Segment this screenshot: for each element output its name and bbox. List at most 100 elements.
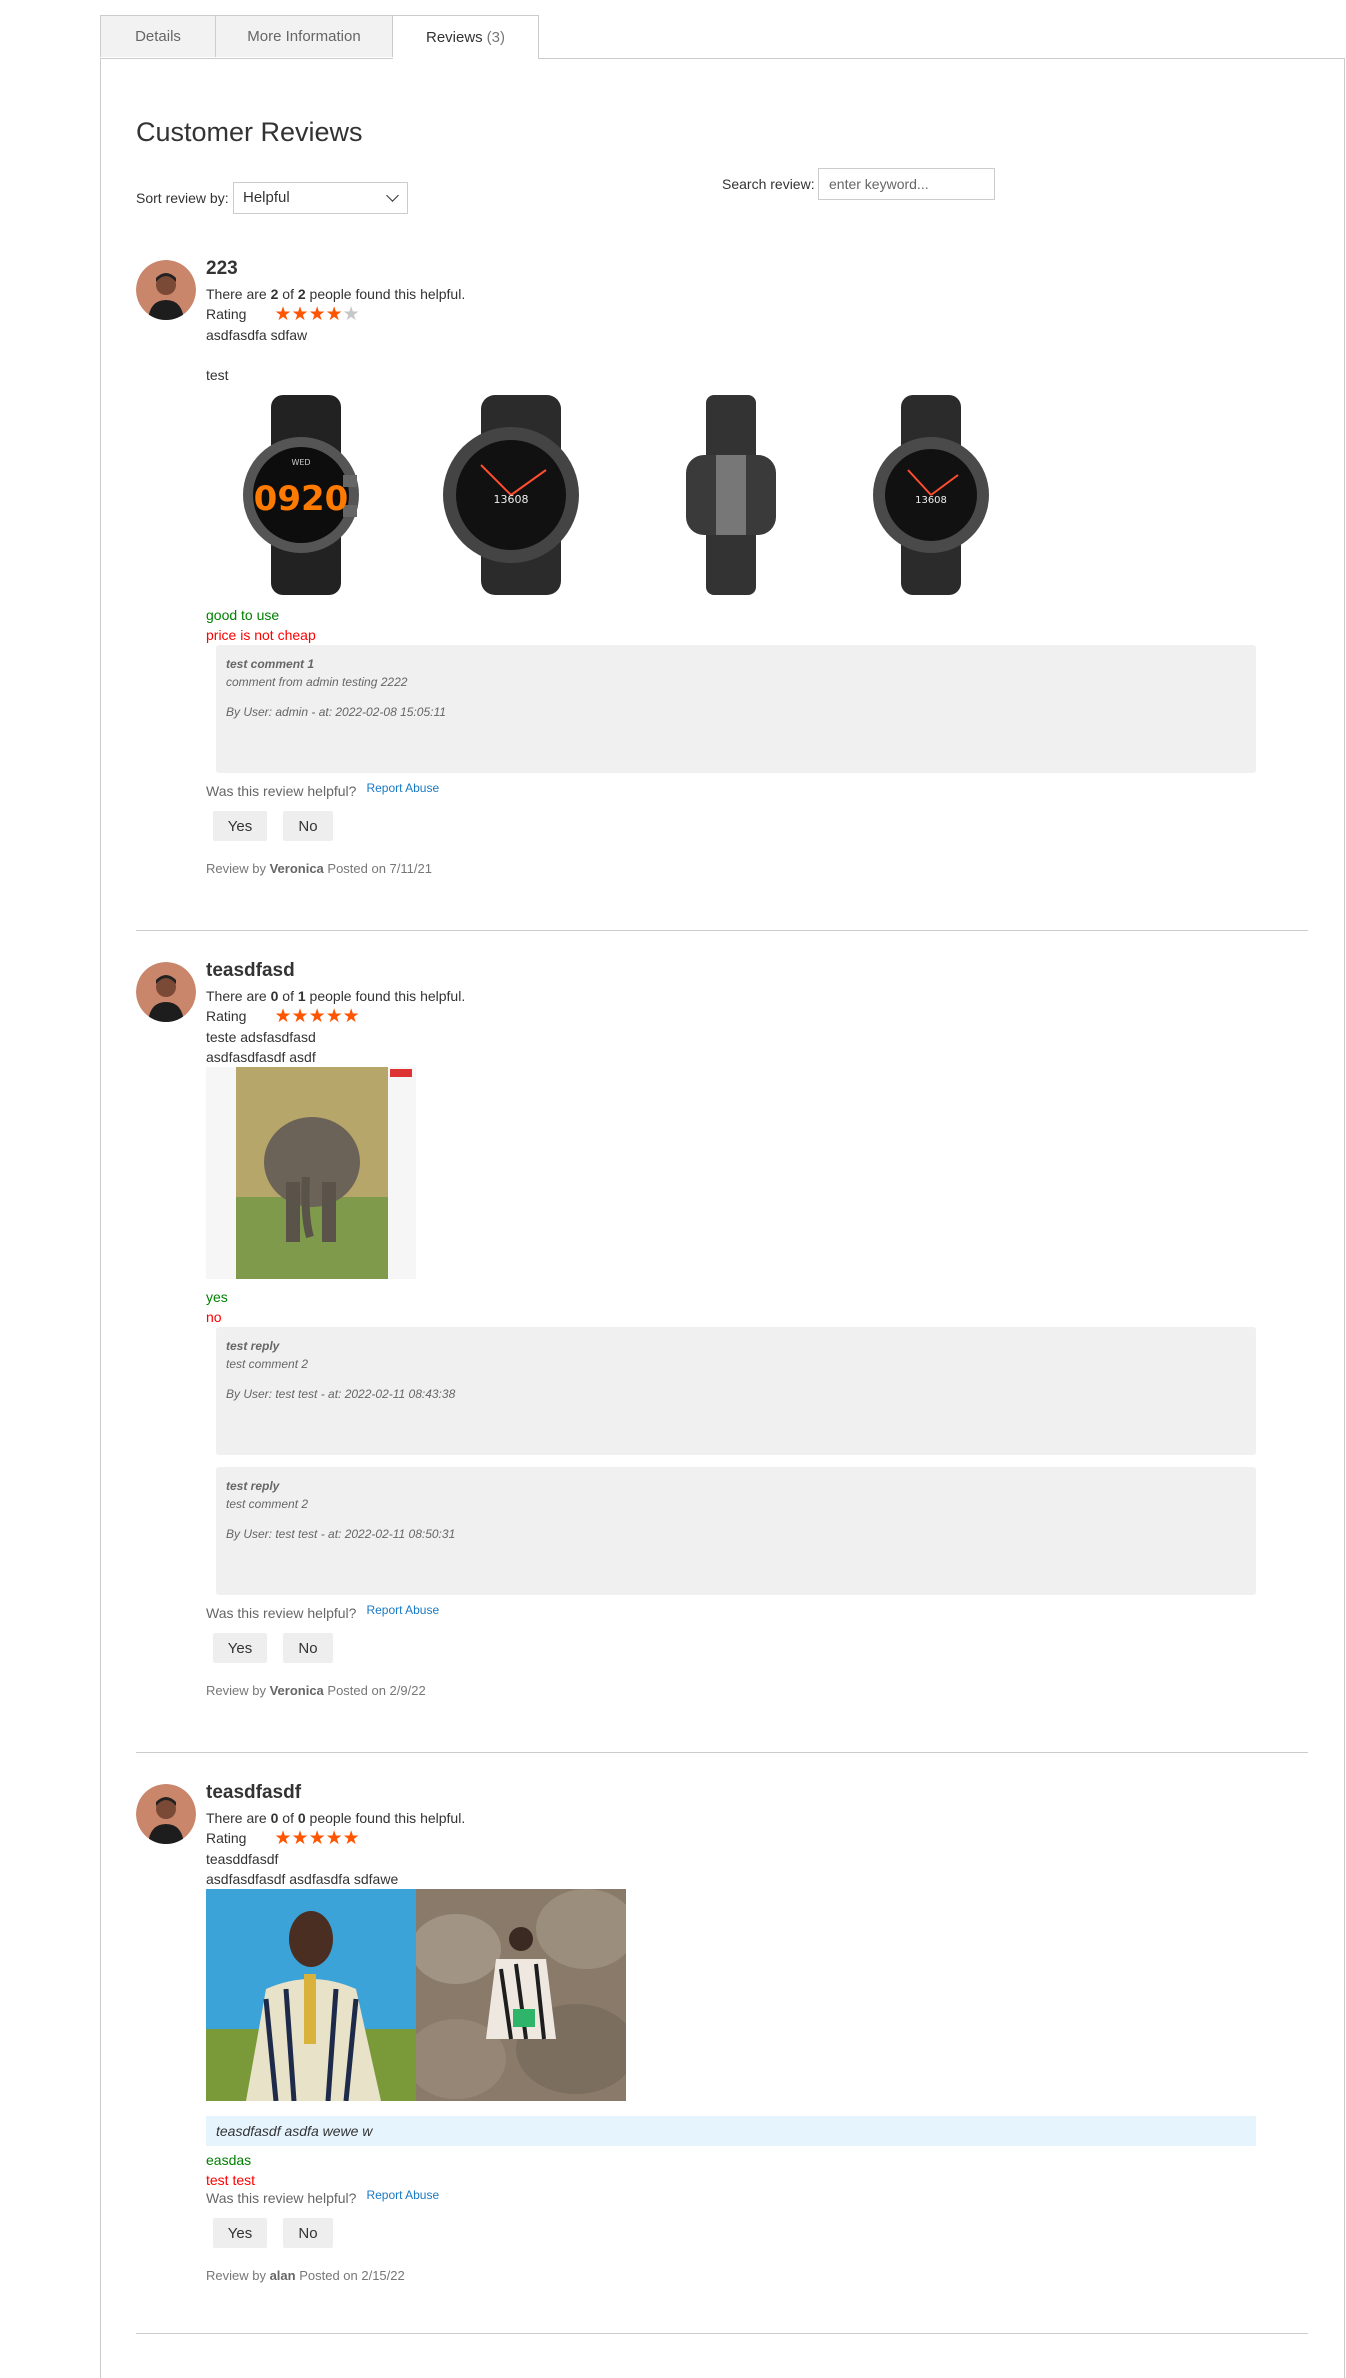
star-icon: ★ [291,1005,309,1027]
review-byline: Review by Veronica Posted on 2/9/22 [206,1683,426,1698]
helpful-count: There are 0 of 0 people found this helpf… [206,1810,466,1826]
helpful-prompt: Was this review helpful? Report Abuse [206,781,1306,799]
smartwatch-face-icon[interactable]: 13608 [856,395,1006,595]
review-comment: test reply test comment 2 By User: test … [216,1327,1256,1455]
review-divider [136,930,1308,931]
star-rating: ★ ★ ★ ★ ★ [274,1829,359,1848]
review-detail: asdfasdfasdf asdfasdfa sdfawe [206,1871,399,1887]
review-detail: asdfasdfa sdfaw [206,327,308,343]
review-pro: yes [206,1289,228,1305]
elephant-painting-icon[interactable] [206,1067,416,1279]
tab-reviews[interactable]: Reviews (3) [393,15,539,59]
sort-selected-value: Helpful [243,189,290,206]
vote-buttons: Yes No [213,2218,1306,2248]
no-button[interactable]: No [283,2218,333,2248]
star-icon: ★ [308,1005,326,1027]
avatar [136,260,196,320]
comment-user: By User: test test - at: 2022-02-11 08:4… [226,1387,456,1401]
rating-label: Rating [206,1830,247,1846]
star-icon: ★ [342,1827,360,1849]
search-label: Search review: [722,176,815,192]
yes-button[interactable]: Yes [213,811,267,841]
no-button[interactable]: No [283,1633,333,1663]
star-icon: ★ [308,1827,326,1849]
avatar [136,1784,196,1844]
star-icon: ★ [342,1005,360,1027]
chevron-down-icon [386,189,399,202]
rating-row: Rating ★ ★ ★ ★ ★ [206,304,1306,324]
helpful-count: There are 2 of 2 people found this helpf… [206,286,466,302]
sort-label: Sort review by: [136,190,229,206]
report-abuse-link[interactable]: Report Abuse [366,1603,439,1617]
fashion-photo-1-icon[interactable] [206,1889,416,2101]
search-input[interactable] [818,168,995,200]
star-empty-icon: ★ [342,303,360,325]
helpful-prompt: Was this review helpful? Report Abuse [206,2188,1306,2206]
star-icon: ★ [308,303,326,325]
star-icon: ★ [325,303,343,325]
tab-label: Reviews [425,29,483,46]
helpful-question: Was this review helpful? [206,1605,357,1621]
review-divider [136,2333,1308,2334]
review-byline: Review by alan Posted on 2/15/22 [206,2268,405,2283]
review-divider [136,1752,1308,1753]
comment-body: test comment 2 [226,1497,309,1511]
helpful-count: There are 0 of 1 people found this helpf… [206,988,466,1004]
report-abuse-link[interactable]: Report Abuse [366,2188,439,2202]
tab-label: More Information [247,28,361,45]
star-rating: ★ ★ ★ ★ ★ [274,1007,359,1026]
comment-body: test comment 2 [226,1357,309,1371]
review-detail: asdfasdfasdf asdf [206,1049,316,1065]
review-author: Veronica [269,1683,324,1698]
svg-text:13608: 13608 [494,493,529,506]
smartwatch-front-icon[interactable]: 0920 WED [231,395,391,595]
review-pro: easdas [206,2152,252,2168]
star-icon: ★ [274,1005,292,1027]
vote-buttons: Yes No [213,811,1306,841]
review-images [206,1067,1306,1279]
review-byline: Review by Veronica Posted on 7/11/21 [206,861,432,876]
smartwatch-side-icon[interactable] [661,395,801,595]
fashion-photo-2-icon[interactable] [416,1889,626,2101]
tab-count: (3) [486,29,506,46]
star-rating: ★ ★ ★ ★ ★ [274,305,359,324]
comment-title: test reply [226,1339,280,1353]
comment-user: By User: admin - at: 2022-02-08 15:05:11 [226,705,446,719]
report-abuse-link[interactable]: Report Abuse [366,781,439,795]
star-icon: ★ [274,1827,292,1849]
review-comment: test comment 1 comment from admin testin… [216,645,1256,773]
avatar [136,962,196,1022]
sort-select[interactable]: Helpful [233,182,408,214]
review-title: teasdfasdf [206,1782,302,1803]
comment-body: comment from admin testing 2222 [226,675,408,689]
review-detail: teasddfasdf [206,1851,279,1867]
rating-row: Rating ★ ★ ★ ★ ★ [206,1006,1306,1026]
vote-buttons: Yes No [213,1633,1306,1663]
star-icon: ★ [291,303,309,325]
page-title: Customer Reviews [136,117,363,147]
tab-details[interactable]: Details [100,15,216,57]
comment-title: test reply [226,1479,280,1493]
review-con: price is not cheap [206,627,316,643]
yes-button[interactable]: Yes [213,1633,267,1663]
review-comment: test reply test comment 2 By User: test … [216,1467,1256,1595]
star-icon: ★ [325,1005,343,1027]
svg-text:WED: WED [291,458,310,467]
star-icon: ★ [325,1827,343,1849]
rating-label: Rating [206,1008,247,1024]
rating-label: Rating [206,306,247,322]
review-detail: teste adsfasdfasd [206,1029,316,1045]
tab-more-information[interactable]: More Information [216,15,393,57]
review-title: teasdfasd [206,960,295,981]
helpful-prompt: Was this review helpful? Report Abuse [206,1603,1306,1621]
review-reply: teasdfasdf asdfa wewe w [206,2116,1256,2146]
star-icon: ★ [291,1827,309,1849]
svg-text:13608: 13608 [915,495,947,506]
smartwatch-angle-icon[interactable]: 13608 [421,395,611,595]
star-icon: ★ [274,303,292,325]
review-detail: test [206,367,229,383]
review-title: 223 [206,258,238,279]
no-button[interactable]: No [283,811,333,841]
yes-button[interactable]: Yes [213,2218,267,2248]
review-con: no [206,1309,222,1325]
